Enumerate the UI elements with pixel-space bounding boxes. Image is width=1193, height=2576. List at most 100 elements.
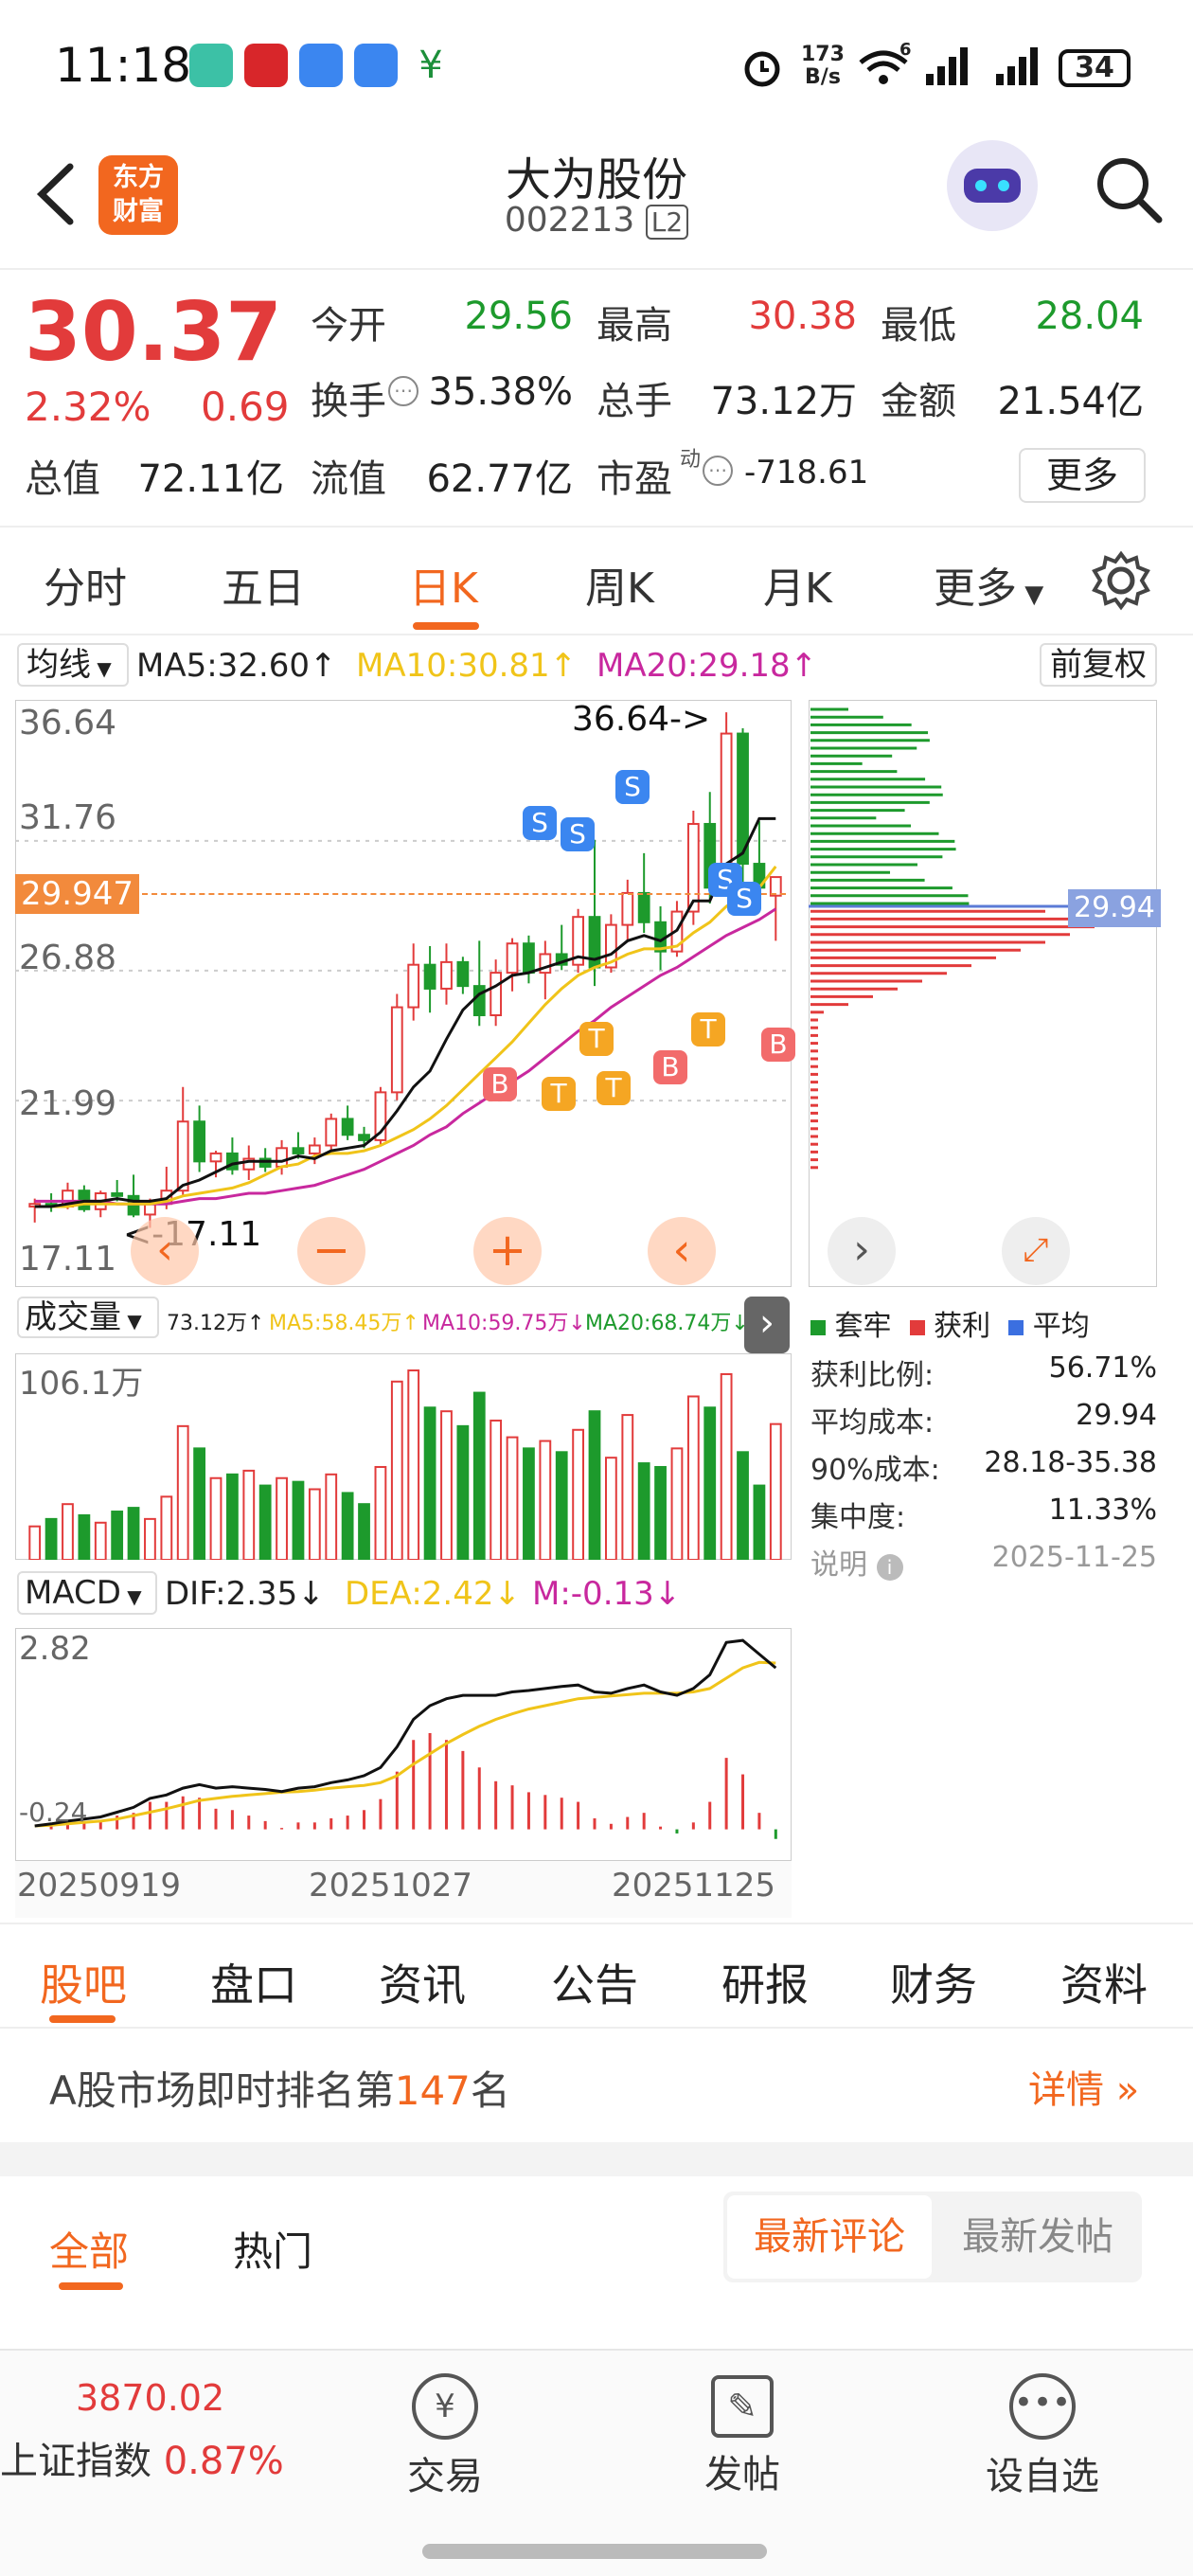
- vol-ma10-legend: MA10:59.75万↓: [422, 1312, 586, 1335]
- volume-bar: [374, 1465, 387, 1560]
- chip-stat-label: 90%成本:: [810, 1454, 940, 1487]
- sort-latest-posts[interactable]: 最新发帖: [935, 2195, 1140, 2279]
- settings-gear-icon[interactable]: [1091, 550, 1151, 611]
- chevron-right-icon[interactable]: ›: [744, 1297, 790, 1353]
- macd-panel: [15, 1628, 792, 1861]
- net-speed: 173 B/s: [801, 43, 845, 89]
- label-open: 今开: [311, 304, 386, 348]
- index-name[interactable]: 上证指数 0.87%: [0, 2430, 284, 2485]
- tab-announcements[interactable]: 公告: [551, 1951, 638, 2013]
- zoom-in-icon[interactable]: +: [473, 1217, 542, 1285]
- app-notification-icon: [244, 44, 288, 87]
- t-signal-badge[interactable]: T: [596, 1071, 631, 1105]
- sell-signal-badge[interactable]: S: [615, 770, 650, 804]
- tab-research[interactable]: 研报: [721, 1951, 809, 2013]
- label-low: 最低: [881, 304, 956, 348]
- tab-news[interactable]: 资讯: [379, 1951, 466, 2013]
- chevron-right-icon[interactable]: ›: [828, 1217, 896, 1285]
- volume-axis-max: 106.1万: [19, 1365, 144, 1403]
- tab-monthly-k[interactable]: 月K: [763, 554, 832, 615]
- ma-selector[interactable]: 均线 ▼: [17, 643, 129, 687]
- volume-legend: 73.12万↑: [167, 1312, 265, 1335]
- volume-bar: [407, 1369, 420, 1560]
- candle-body: [390, 1006, 403, 1094]
- sort-latest-comments[interactable]: 最新评论: [727, 2195, 932, 2279]
- macd-dea-legend: DEA:2.42↓: [345, 1575, 521, 1613]
- label-turnover: 换手: [311, 380, 386, 423]
- tab-five-day[interactable]: 五日: [222, 554, 305, 615]
- label-mcap: 总值: [25, 457, 100, 501]
- sell-signal-badge[interactable]: S: [727, 882, 761, 916]
- dif-line: [34, 1638, 777, 1828]
- expand-icon[interactable]: ⤢: [1002, 1217, 1070, 1285]
- t-signal-badge[interactable]: T: [542, 1077, 576, 1111]
- ma10-line: [34, 865, 777, 1208]
- tab-intraday[interactable]: 分时: [44, 554, 127, 615]
- chevron-left-icon[interactable]: ‹: [131, 1217, 199, 1285]
- filter-hot[interactable]: 热门: [233, 2220, 312, 2278]
- search-icon[interactable]: [1093, 153, 1165, 225]
- volume-bar: [572, 1428, 585, 1560]
- buy-signal-badge[interactable]: B: [653, 1050, 687, 1084]
- tab-more[interactable]: 更多 ▼: [934, 554, 1043, 615]
- tab-finance[interactable]: 财务: [890, 1951, 977, 2013]
- nav-add-watchlist[interactable]: ••• 设自选: [981, 2373, 1104, 2500]
- chip-stat-value: 56.71%: [1048, 1351, 1157, 1385]
- info-icon[interactable]: ⋯: [703, 456, 733, 486]
- edit-post-icon: ✎: [711, 2375, 774, 2438]
- t-signal-badge[interactable]: T: [579, 1022, 614, 1056]
- active-tab-indicator: [413, 622, 479, 630]
- buy-signal-badge[interactable]: B: [761, 1028, 795, 1062]
- filter-all[interactable]: 全部: [49, 2220, 129, 2278]
- info-icon[interactable]: ⋯: [388, 376, 418, 406]
- volume-bar: [440, 1410, 453, 1560]
- chevron-left-icon[interactable]: ‹: [648, 1217, 716, 1285]
- info-icon: i: [876, 1554, 903, 1581]
- content-tabs: 股吧 盘口 资讯 公告 研报 财务 资料: [0, 1923, 1193, 2029]
- volume-bar: [472, 1391, 486, 1560]
- vol-ma5-legend: MA5:58.45万↑: [269, 1312, 419, 1335]
- value-low: 28.04: [1035, 295, 1144, 338]
- macd-dif-legend: DIF:2.35↓: [165, 1575, 325, 1613]
- volume-bar: [523, 1447, 535, 1560]
- zoom-out-icon[interactable]: −: [297, 1217, 365, 1285]
- candle-body: [490, 972, 503, 1016]
- candle-body: [621, 891, 634, 926]
- value-turnover: 35.38%: [428, 370, 573, 414]
- candlestick-panel[interactable]: [15, 700, 792, 1287]
- volume-selector[interactable]: 成交量 ▼: [17, 1297, 159, 1338]
- ai-robot-avatar[interactable]: [947, 140, 1038, 231]
- adjust-button[interactable]: 前复权: [1040, 643, 1157, 687]
- market-rank-banner[interactable]: A股市场即时排名第147名 详情 »: [0, 2029, 1193, 2142]
- rank-detail-link[interactable]: 详情 »: [1028, 2059, 1139, 2114]
- volume-bar: [226, 1473, 239, 1560]
- macd-selector[interactable]: MACD ▼: [17, 1571, 157, 1615]
- legend-swatch: [810, 1320, 826, 1335]
- t-signal-badge[interactable]: T: [691, 1012, 725, 1046]
- eastmoney-logo[interactable]: 东方 财富: [98, 155, 178, 235]
- sell-signal-badge[interactable]: S: [523, 806, 557, 840]
- more-button[interactable]: 更多: [1019, 448, 1146, 503]
- back-arrow-icon[interactable]: [32, 161, 80, 227]
- volume-bar: [621, 1414, 634, 1560]
- rank-text: A股市场即时排名第147名: [49, 2067, 510, 2114]
- volume-bar: [308, 1488, 321, 1560]
- chip-stat-label: 平均成本:: [810, 1406, 935, 1440]
- chip-note-link[interactable]: 说明 i: [810, 1541, 903, 1583]
- sell-signal-badge[interactable]: S: [561, 817, 595, 851]
- candle-body: [144, 1203, 156, 1216]
- tab-daily-k[interactable]: 日K: [409, 554, 478, 615]
- buy-signal-badge[interactable]: B: [483, 1067, 517, 1101]
- candle-body: [506, 942, 519, 975]
- candle-body: [292, 1147, 305, 1154]
- nav-trade[interactable]: ¥ 交易: [398, 2373, 492, 2500]
- chip-distribution-panel: [809, 700, 1157, 1287]
- axis-label: 26.88: [19, 939, 117, 977]
- max-annotation: 36.64->: [572, 700, 711, 739]
- nav-post[interactable]: ✎ 发帖: [695, 2373, 790, 2498]
- tab-weekly-k[interactable]: 周K: [585, 554, 654, 615]
- tab-profile[interactable]: 资料: [1060, 1951, 1148, 2013]
- kline-period-tabs: 分时 五日 日K 周K 月K 更多 ▼: [0, 528, 1193, 635]
- tab-guba[interactable]: 股吧: [40, 1951, 127, 2013]
- tab-order-book[interactable]: 盘口: [210, 1951, 297, 2013]
